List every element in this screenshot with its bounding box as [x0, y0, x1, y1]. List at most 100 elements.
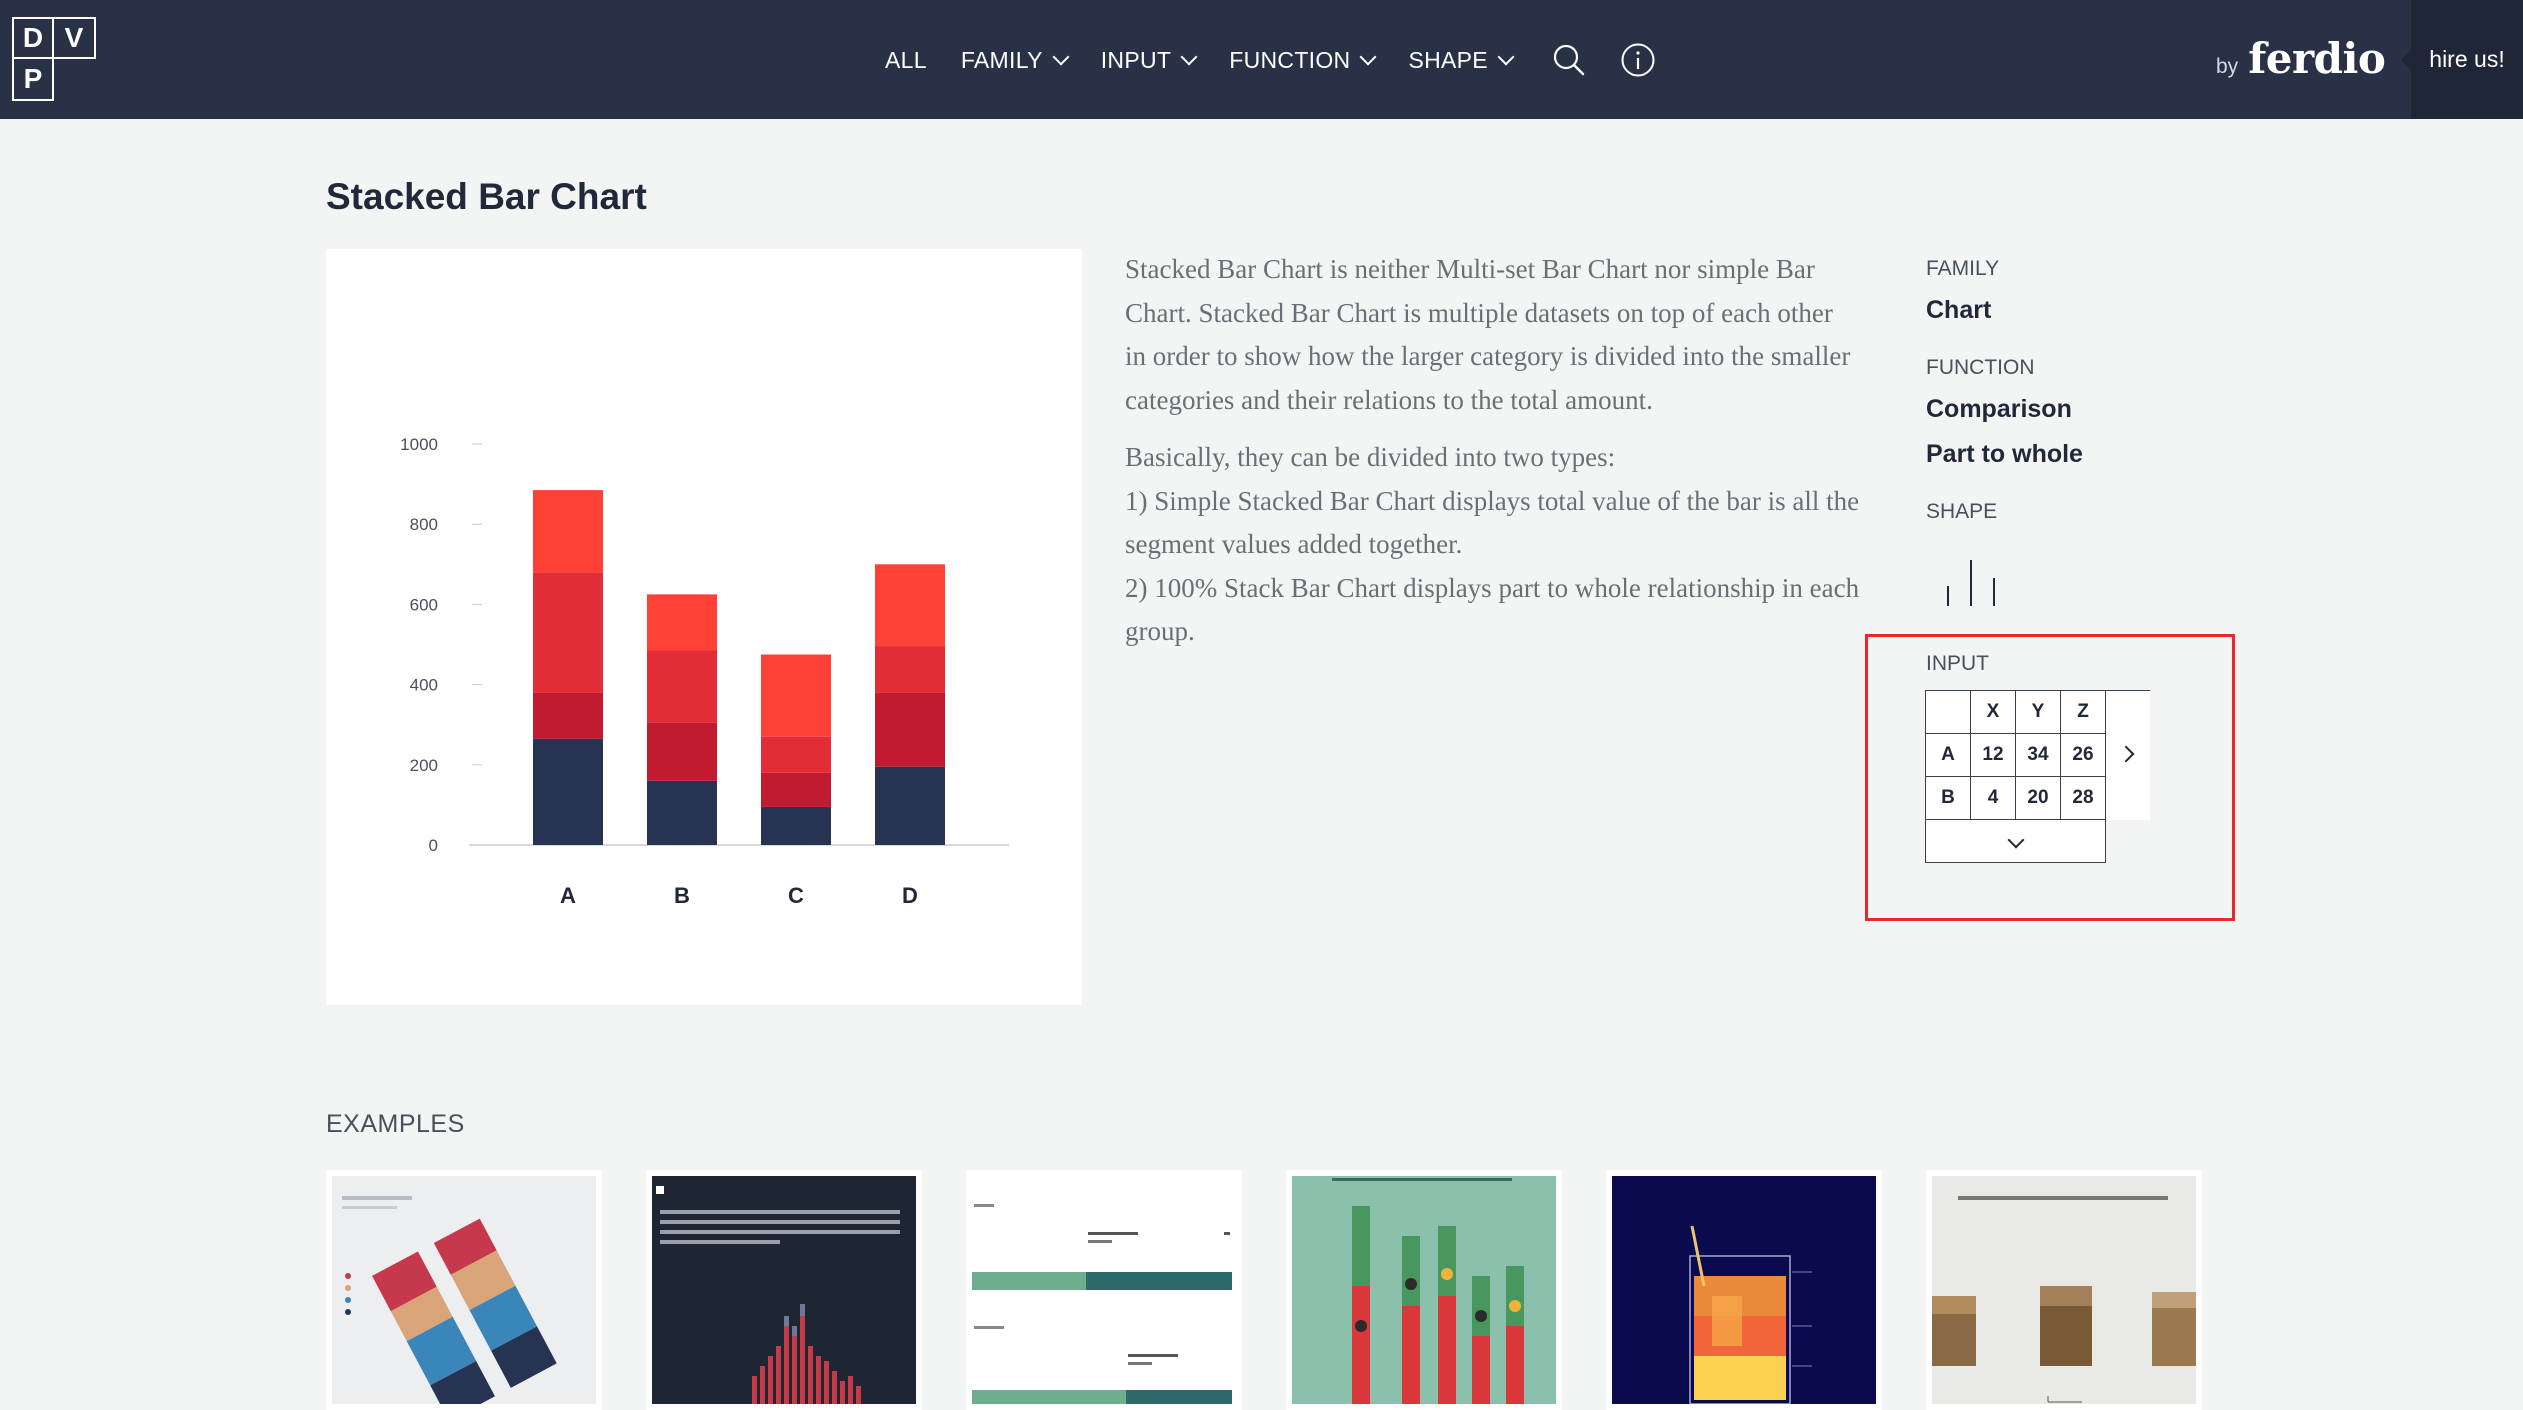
- bar-segment: [647, 722, 717, 781]
- example-thumbnail-6[interactable]: [1926, 1170, 2202, 1410]
- nav-input-label: INPUT: [1100, 46, 1172, 73]
- x-tick-label: B: [674, 883, 690, 908]
- example-image: [1612, 1176, 1876, 1404]
- example-image: [972, 1176, 1236, 1404]
- family-chart-link[interactable]: Chart: [1926, 296, 1991, 325]
- nav-all[interactable]: ALL: [885, 47, 927, 74]
- function-label: FUNCTION: [1926, 356, 2035, 379]
- shape-bars-icon[interactable]: [1946, 556, 2006, 613]
- bar-segment: [761, 654, 831, 737]
- chevron-down-icon: [1052, 48, 1070, 66]
- y-tick-label: 1000: [400, 435, 438, 454]
- dvp-logo[interactable]: D V P: [12, 17, 96, 101]
- bar-segment: [875, 646, 945, 693]
- bar-segment: [533, 490, 603, 573]
- family-label: FAMILY: [1926, 257, 2000, 280]
- description-line: Basically, they can be divided into two …: [1125, 442, 1616, 472]
- description-paragraph-2: Basically, they can be divided into two …: [1125, 436, 1885, 654]
- stacked-bar-chart: 0 200 400 600 800 1000 A B C D: [400, 435, 1009, 908]
- description-line: Chart. Stacked Bar Chart is multiple dat…: [1125, 297, 1833, 328]
- example-thumbnail-3[interactable]: [966, 1170, 1242, 1410]
- logo-letter: V: [54, 17, 96, 59]
- table-row-label-b: B: [1925, 776, 1971, 820]
- bar-segment: [761, 806, 831, 845]
- table-header-y: Y: [2015, 690, 2061, 734]
- shape-label: SHAPE: [1926, 500, 1998, 523]
- description-line: group.: [1125, 616, 1195, 646]
- chevron-down-icon: [2007, 831, 2024, 849]
- search-icon[interactable]: [1552, 43, 1586, 77]
- input-table: X Y Z A 12 34 26 B 4 20 28: [1925, 690, 2150, 863]
- description-line: in order to show how the larger category…: [1125, 341, 1851, 371]
- table-cell: 34: [2015, 733, 2061, 777]
- y-tick-label: 200: [410, 756, 438, 775]
- bar-segment: [875, 692, 945, 767]
- hire-us-button[interactable]: hire us!: [2401, 0, 2523, 119]
- function-part-to-whole-link[interactable]: Part to whole: [1926, 440, 2083, 469]
- bar-segment: [761, 772, 831, 807]
- description-paragraph-1: Stacked Bar Chart is neither Multi-set B…: [1125, 248, 1885, 422]
- function-comparison-link[interactable]: Comparison: [1926, 395, 2072, 424]
- example-image: [1932, 1176, 2196, 1404]
- bar-segment: [875, 766, 945, 845]
- table-row-label-a: A: [1925, 733, 1971, 777]
- description-line: 2) 100% Stack Bar Chart displays part to…: [1125, 572, 1860, 603]
- logo-letter: [54, 59, 96, 101]
- table-empty-cell: [2106, 820, 2151, 863]
- nav-family-label: FAMILY: [960, 46, 1043, 73]
- nav-all-label: ALL: [885, 46, 927, 73]
- table-corner-cell: [1925, 690, 1971, 734]
- info-icon[interactable]: [1620, 42, 1656, 78]
- expand-rows-button[interactable]: [1925, 819, 2106, 863]
- logo-letter: P: [12, 59, 54, 101]
- input-label: INPUT: [1926, 652, 1989, 675]
- chevron-right-icon: [2117, 745, 2135, 763]
- example-image: [1292, 1176, 1556, 1404]
- x-tick-label: A: [560, 883, 576, 908]
- y-tick-label: 400: [410, 676, 438, 695]
- ferdio-logo: ferdio: [2248, 34, 2386, 83]
- table-header-x: X: [1970, 690, 2016, 734]
- bar-segment: [647, 650, 717, 723]
- description-line: segment values added together.: [1125, 529, 1463, 559]
- description: Stacked Bar Chart is neither Multi-set B…: [1125, 248, 1885, 668]
- example-thumbnail-2[interactable]: [646, 1170, 922, 1410]
- nav-function[interactable]: FUNCTION: [1229, 46, 1377, 74]
- y-tick-label: 800: [410, 515, 438, 534]
- bar-segment: [533, 738, 603, 845]
- logo-letter: D: [12, 17, 54, 59]
- table-cell: 28: [2060, 776, 2106, 820]
- chevron-down-icon: [1359, 48, 1377, 66]
- table-cell: 26: [2060, 733, 2106, 777]
- table-cell: 4: [1970, 776, 2016, 820]
- example-thumbnail-1[interactable]: [326, 1170, 602, 1410]
- expand-columns-button[interactable]: [2105, 690, 2150, 820]
- chevron-down-icon: [1180, 48, 1198, 66]
- main-nav: ALL FAMILY INPUT FUNCTION SHAPE: [885, 36, 1684, 84]
- nav-input[interactable]: INPUT: [1100, 46, 1198, 74]
- description-line: Stacked Bar Chart is neither Multi-set B…: [1125, 254, 1815, 284]
- bar-segment: [647, 780, 717, 845]
- nav-family[interactable]: FAMILY: [960, 46, 1070, 74]
- example-thumbnail-5[interactable]: [1606, 1170, 1882, 1410]
- x-tick-label: D: [902, 883, 918, 908]
- bar-segment: [533, 572, 603, 693]
- description-line: categories and their relations to the to…: [1125, 384, 1653, 415]
- example-image: [652, 1176, 916, 1404]
- bar-segment: [875, 564, 945, 647]
- chevron-down-icon: [1497, 48, 1515, 66]
- nav-function-label: FUNCTION: [1229, 46, 1351, 73]
- ferdio-brand[interactable]: by ferdio: [2216, 34, 2386, 83]
- table-cell: 20: [2015, 776, 2061, 820]
- top-navigation-bar: D V P ALL FAMILY INPUT FUNCTION SHAPE by…: [0, 0, 2523, 119]
- example-thumbnail-4[interactable]: [1286, 1170, 1562, 1410]
- y-tick-label: 600: [410, 595, 438, 614]
- bar-segment: [647, 594, 717, 651]
- table-cell: 12: [1970, 733, 2016, 777]
- page-title: Stacked Bar Chart: [326, 176, 647, 217]
- table-header-z: Z: [2060, 690, 2106, 734]
- description-line: 1) Simple Stacked Bar Chart displays tot…: [1125, 485, 1860, 516]
- example-image: [332, 1176, 596, 1404]
- by-text: by: [2216, 55, 2239, 78]
- nav-shape[interactable]: SHAPE: [1408, 47, 1515, 74]
